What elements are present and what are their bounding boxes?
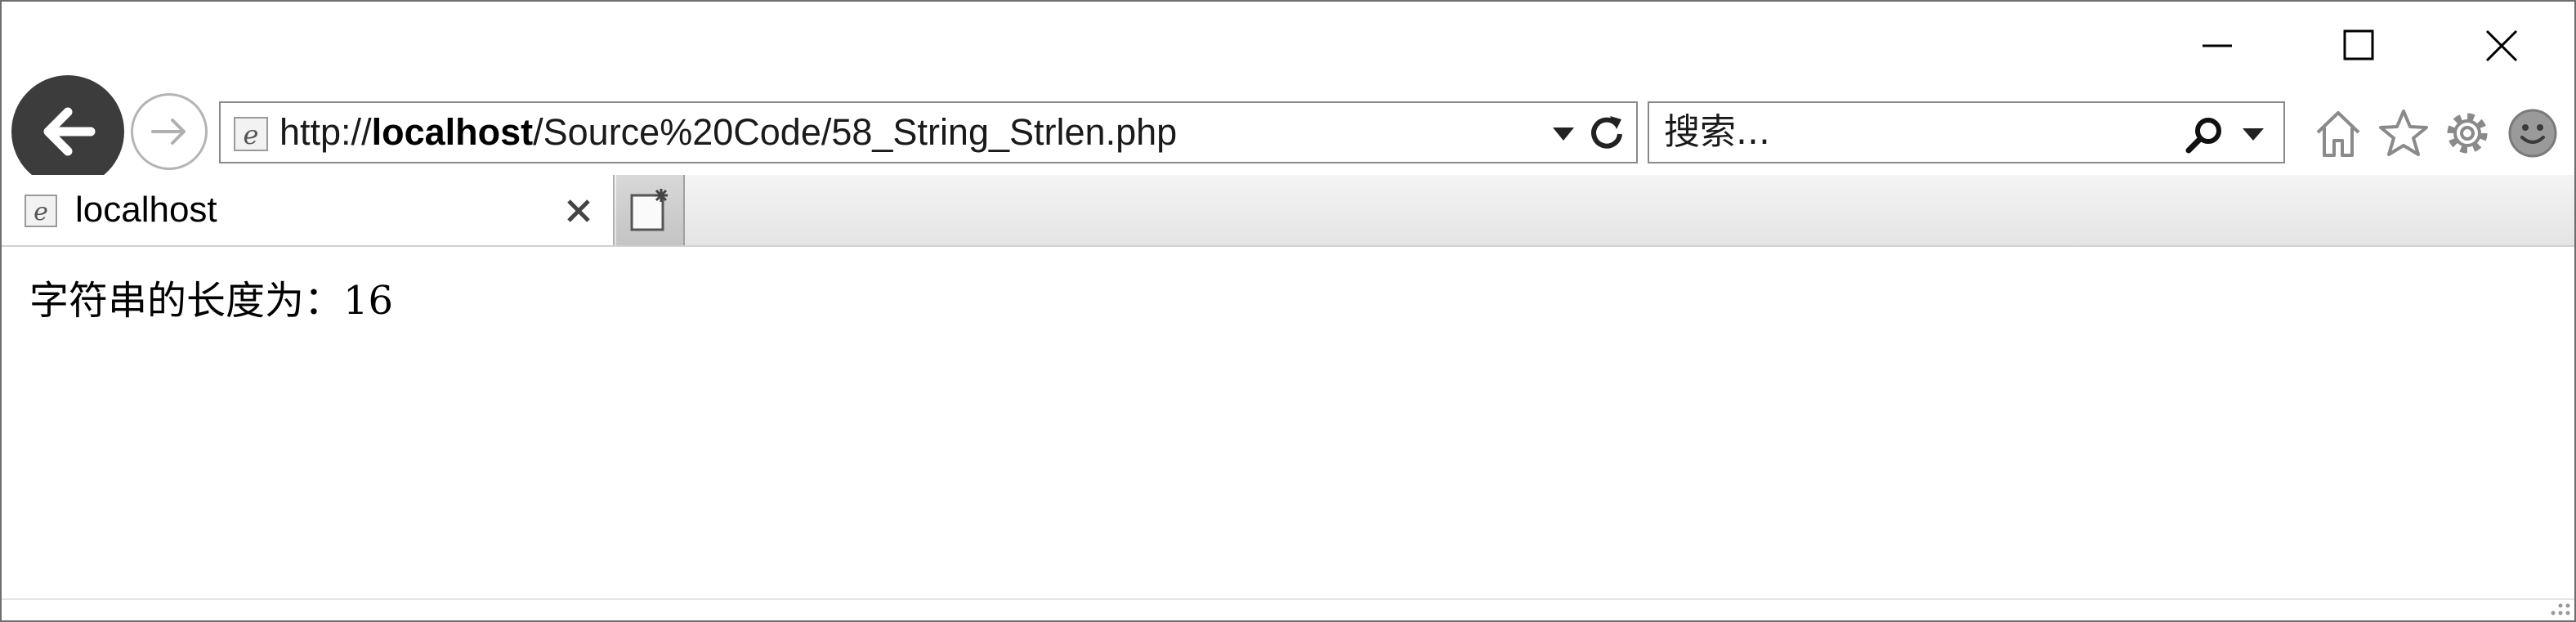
tab-strip: e localhost [2, 175, 2574, 247]
close-window-button[interactable] [2465, 16, 2538, 75]
new-tab-icon [630, 189, 668, 231]
home-icon[interactable] [2311, 106, 2365, 160]
ie-page-icon: e [234, 117, 268, 151]
url-text[interactable]: http://localhost/Source%20Code/58_String… [280, 103, 1177, 162]
resize-grip-icon[interactable] [2548, 598, 2573, 618]
search-icon[interactable] [2184, 114, 2225, 155]
url-host: localhost [371, 111, 534, 153]
tab-title: localhost [75, 190, 217, 230]
gear-icon[interactable] [2440, 106, 2494, 160]
svg-text:e: e [244, 119, 259, 150]
browser-window: e http://localhost/Source%20Code/58_Stri… [0, 0, 2576, 622]
url-path: /Source%20Code/58_String_Strlen.php [533, 111, 1178, 153]
svg-text:e: e [34, 198, 48, 226]
search-placeholder: 搜索... [1664, 111, 1770, 153]
page-content-text: 字符串的长度为：16 [29, 278, 394, 324]
close-icon [2485, 29, 2518, 62]
ie-page-icon: e [25, 195, 57, 227]
address-bar[interactable]: e http://localhost/Source%20Code/58_Stri… [219, 101, 1638, 163]
minimize-icon [2203, 44, 2232, 47]
star-icon[interactable] [2377, 106, 2431, 160]
minimize-button[interactable] [2180, 16, 2254, 75]
back-button[interactable] [11, 75, 124, 188]
forward-button[interactable] [131, 93, 208, 170]
maximize-button[interactable] [2323, 16, 2396, 75]
tab-localhost[interactable]: e localhost [2, 175, 615, 245]
maximize-icon [2343, 29, 2374, 60]
address-dropdown-icon[interactable] [1550, 123, 1577, 144]
close-tab-icon[interactable] [566, 198, 592, 224]
status-bar-divider [2, 598, 2574, 600]
forward-arrow-icon [151, 119, 186, 145]
search-dropdown-icon[interactable] [2239, 124, 2267, 144]
back-arrow-icon [43, 107, 96, 156]
smiley-icon[interactable] [2506, 106, 2560, 160]
new-tab-button[interactable] [616, 175, 685, 245]
refresh-icon[interactable] [1587, 113, 1626, 152]
search-box[interactable]: 搜索... [1648, 101, 2285, 163]
url-prefix: http:// [280, 111, 372, 153]
